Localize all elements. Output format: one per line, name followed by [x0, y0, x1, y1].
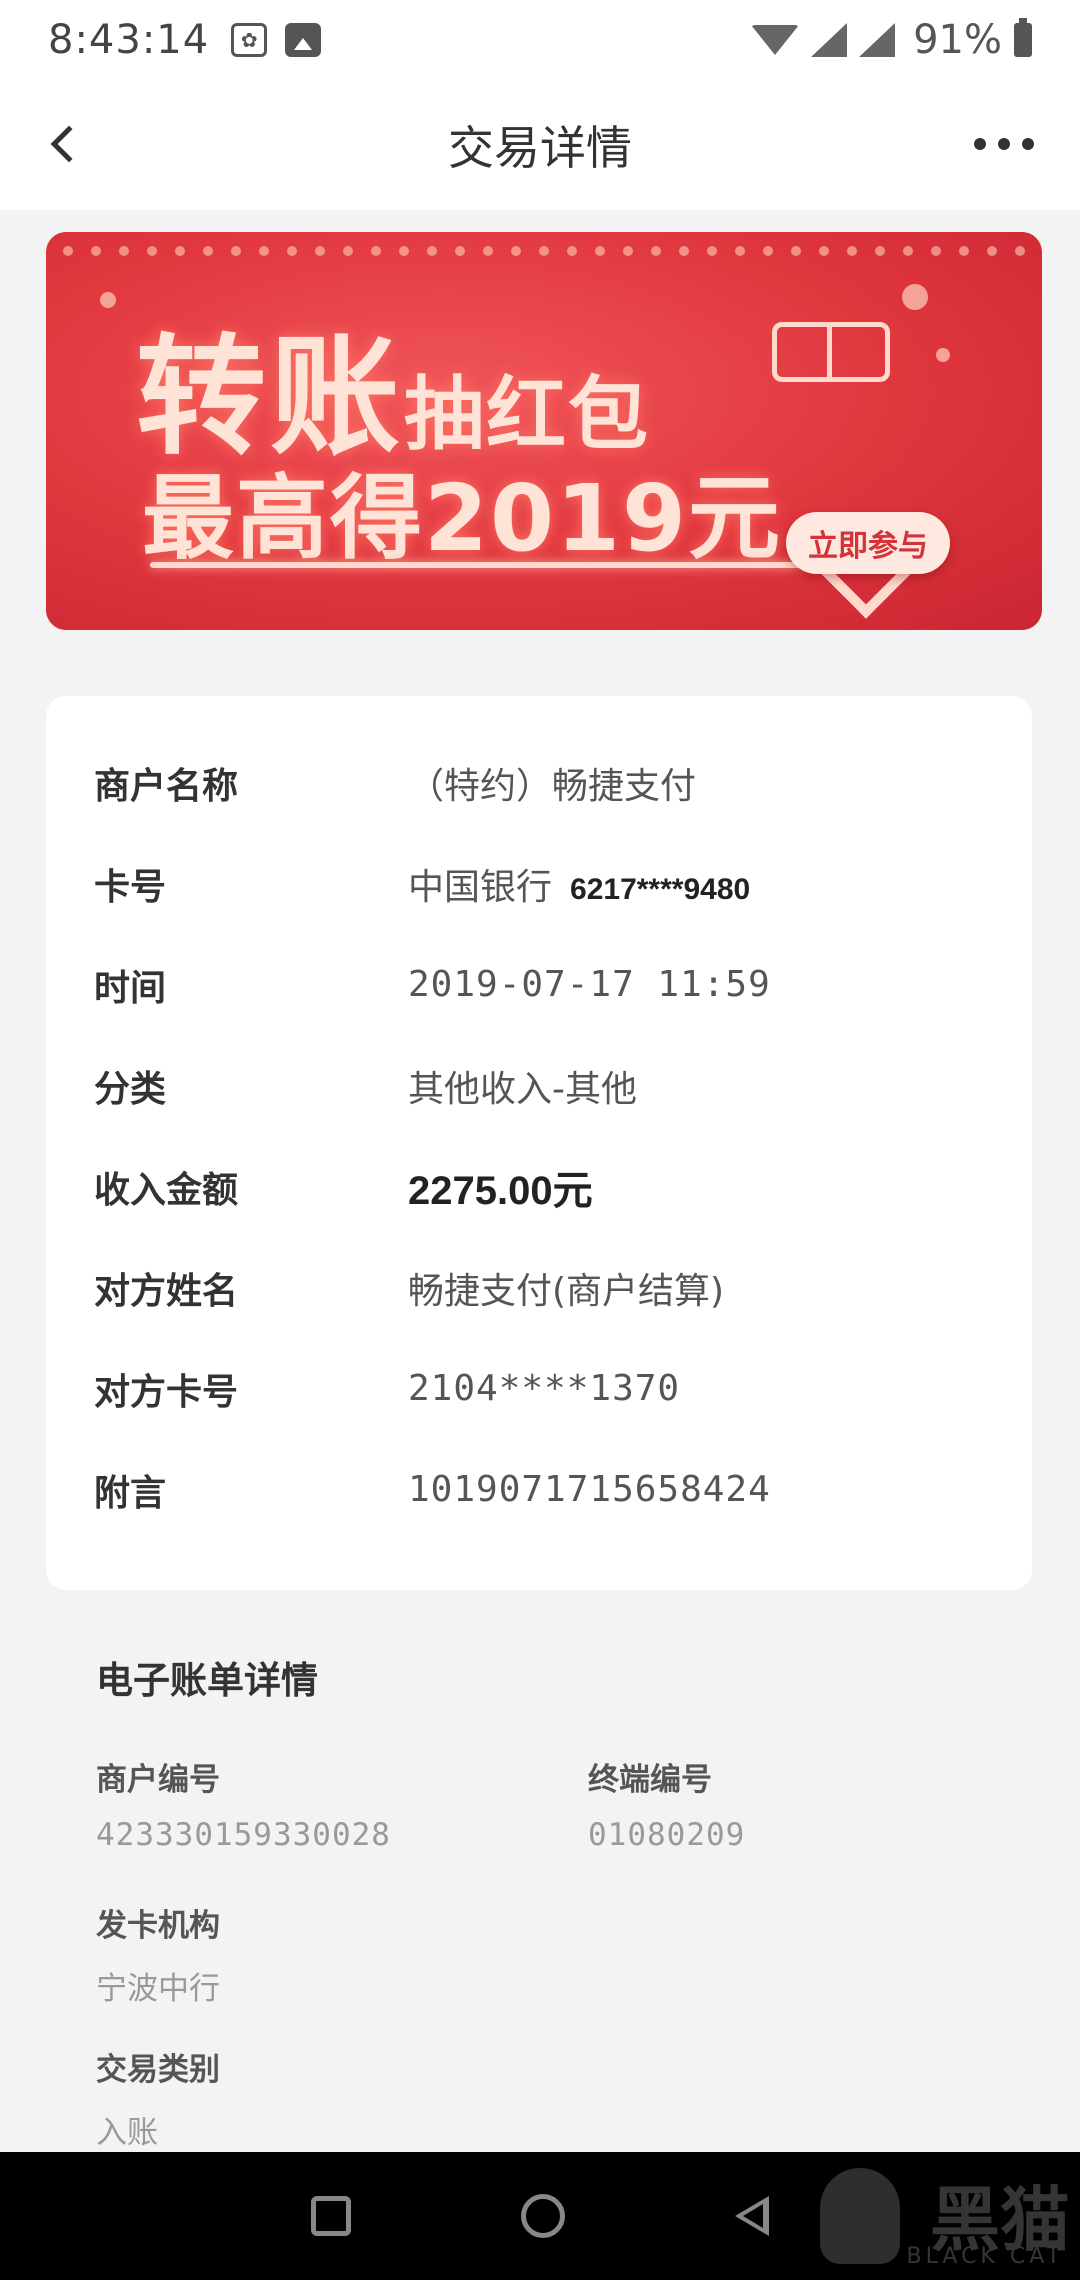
status-notification-icons: ✿	[231, 23, 322, 57]
status-bar: 8:43:14 ✿ 91%	[0, 0, 1080, 80]
signal-icon	[811, 23, 848, 57]
gift-icon	[772, 322, 890, 382]
e-bill-section: 电子账单详情 商户编号 423330159330028 终端编号 0108020…	[96, 1650, 996, 2151]
e-bill-title: 电子账单详情	[96, 1659, 318, 1702]
status-time: 8:43:14	[48, 17, 210, 63]
banner-decoration-dots	[46, 246, 1042, 258]
bill-item-terminal-no: 终端编号 01080209	[588, 1754, 745, 1853]
transaction-details-card: 商户名称 （特约）畅捷支付 卡号 中国银行 6217****9480 时间 201…	[46, 696, 1032, 1590]
detail-row-remark: 附言 1019071715658424	[46, 1439, 1032, 1540]
chevron-left-icon	[50, 125, 88, 163]
detail-row-counterparty-name: 对方姓名 畅捷支付(商户结算)	[46, 1237, 1032, 1338]
card-number: 6217****9480	[570, 872, 751, 906]
card-value: 中国银行 6217****9480	[408, 858, 750, 910]
detail-row-time: 时间 2019-07-17 11:59	[46, 934, 1032, 1035]
bill-item-txn-type: 交易类别 入账	[96, 2044, 220, 2152]
detail-label: 商户名称	[94, 765, 239, 807]
status-system-icons: 91%	[751, 17, 1032, 63]
detail-row-category: 分类 其他收入-其他	[46, 1035, 1032, 1136]
detail-label: 附言	[94, 1472, 167, 1514]
bill-item-issuer: 发卡机构 宁波中行	[96, 1900, 220, 2008]
banner-underline	[150, 562, 810, 568]
detail-row-card: 卡号 中国银行 6217****9480	[46, 833, 1032, 934]
top-app-bar: 交易详情	[0, 80, 1080, 210]
bill-item-merchant-no: 商户编号 423330159330028	[96, 1754, 391, 1853]
battery-icon	[1014, 18, 1032, 57]
detail-label: 卡号	[94, 866, 167, 908]
merchant-no-value: 423330159330028	[96, 1817, 391, 1853]
bill-label: 终端编号	[588, 1762, 712, 1798]
issuer-value: 宁波中行	[96, 1971, 220, 2007]
wifi-icon	[751, 25, 800, 55]
watermark-subtext: BLACK CAT	[906, 2244, 1064, 2269]
recents-button[interactable]	[311, 2196, 351, 2236]
battery-percentage: 91%	[913, 17, 1002, 63]
detail-label: 对方姓名	[94, 1270, 239, 1312]
txn-type-value: 入账	[96, 2115, 158, 2151]
income-amount-value: 2275.00元	[408, 1168, 593, 1213]
remark-value: 1019071715658424	[408, 1469, 771, 1510]
nav-back-button[interactable]	[735, 2196, 769, 2236]
image-icon	[285, 23, 322, 57]
time-value: 2019-07-17 11:59	[408, 964, 771, 1005]
watermark: 黑猫 BLACK CAT	[820, 2160, 1070, 2270]
detail-row-merchant: 商户名称 （特约）畅捷支付	[46, 732, 1032, 833]
join-now-button[interactable]: 立即参与	[786, 512, 950, 574]
page-title: 交易详情	[448, 121, 632, 175]
bill-label: 商户编号	[96, 1762, 220, 1798]
detail-label: 时间	[94, 967, 167, 1009]
baidu-icon: ✿	[231, 23, 268, 57]
detail-row-amount: 收入金额 2275.00元	[46, 1136, 1032, 1237]
bill-label: 发卡机构	[96, 1908, 220, 1944]
detail-label: 对方卡号	[94, 1371, 239, 1413]
detail-label: 收入金额	[94, 1169, 239, 1211]
promo-banner[interactable]: 转账抽红包 最高得2019元 立即参与	[46, 232, 1042, 630]
signal-icon	[859, 23, 896, 57]
banner-subheadline: 最高得2019元	[142, 465, 783, 572]
home-button[interactable]	[521, 2194, 565, 2238]
detail-row-counterparty-card: 对方卡号 2104****1370	[46, 1338, 1032, 1439]
counterparty-name-value: 畅捷支付(商户结算)	[408, 1270, 725, 1312]
counterparty-card-value: 2104****1370	[408, 1368, 681, 1409]
merchant-name-value: （特约）畅捷支付	[408, 765, 697, 807]
terminal-no-value: 01080209	[588, 1817, 746, 1853]
bill-label: 交易类别	[96, 2052, 220, 2088]
back-button[interactable]	[36, 116, 92, 172]
more-options-button[interactable]	[964, 116, 1044, 172]
category-value: 其他收入-其他	[408, 1068, 637, 1110]
more-horizontal-icon	[974, 138, 986, 150]
bank-name: 中国银行	[408, 866, 553, 908]
cat-logo-icon	[820, 2168, 900, 2264]
detail-label: 分类	[94, 1068, 167, 1110]
